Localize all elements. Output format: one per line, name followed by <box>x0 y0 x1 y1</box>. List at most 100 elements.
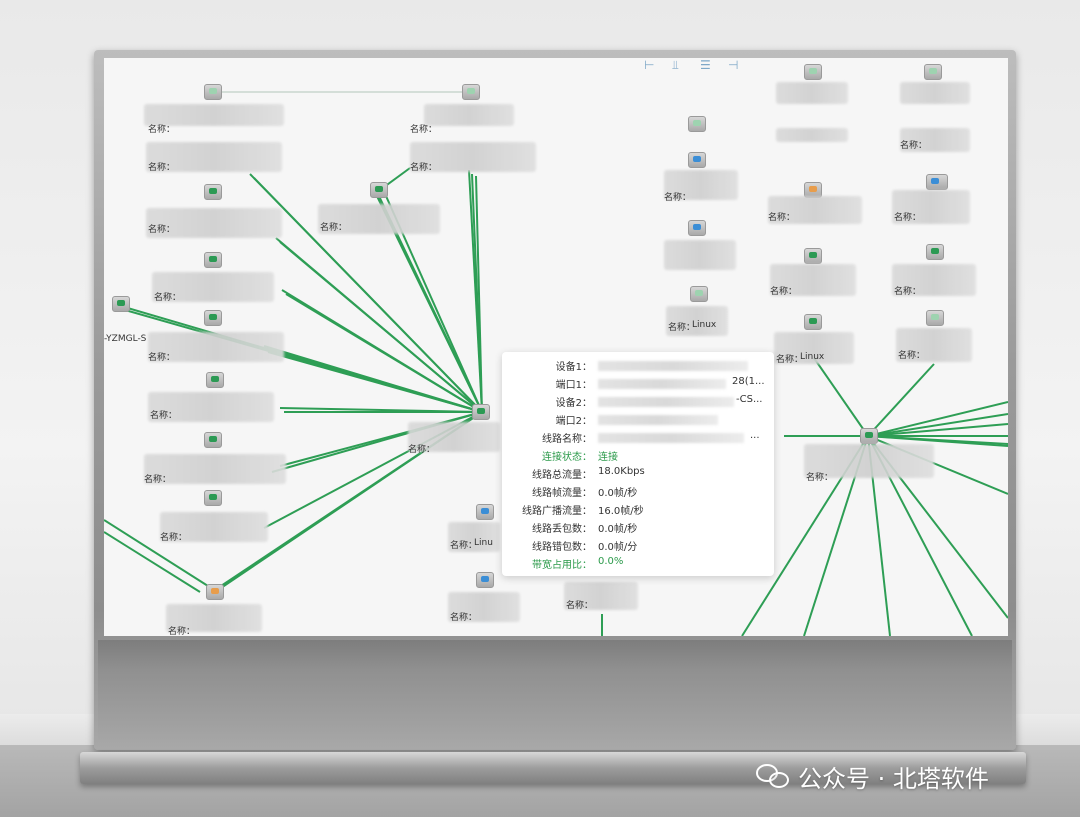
popup-row-device1: 设备1： <box>502 358 774 376</box>
node-label-blurred <box>900 82 970 104</box>
popup-value: 28(1... <box>732 376 765 387</box>
node-name-label: 名称： <box>770 287 798 297</box>
switch-icon <box>206 372 224 388</box>
switch-icon <box>204 310 222 326</box>
redacted-value <box>598 361 748 371</box>
node-name-label: 名称： <box>776 355 804 365</box>
switch-icon <box>204 184 222 200</box>
popup-key: 线路广播流量： <box>522 506 592 517</box>
align-horizontal-icon[interactable]: ☰ <box>700 58 711 72</box>
switch-icon <box>204 490 222 506</box>
popup-row-bandwidth: 带宽占用比： 0.0% <box>502 556 774 574</box>
node-os-label: Linux <box>692 320 717 330</box>
popup-key: 设备2： <box>555 398 592 409</box>
popup-row-dropped-packets: 线路丢包数： 0.0帧/秒 <box>502 520 774 538</box>
node-label-blurred <box>664 240 736 270</box>
popup-value: ... <box>750 430 760 441</box>
node-name-label: 名称： <box>148 125 176 135</box>
node-name-label: 名称： <box>894 287 922 297</box>
wechat-icon <box>756 762 790 790</box>
node-name-label: 名称： <box>450 541 478 551</box>
switch-icon <box>112 296 130 312</box>
popup-value: 18.0Kbps <box>598 466 645 477</box>
switch-icon <box>860 428 878 444</box>
node-name-label: 名称： <box>566 601 594 611</box>
switch-icon <box>804 64 822 80</box>
node-name-label: 名称： <box>668 323 696 333</box>
node-label-blurred <box>776 82 848 104</box>
popup-key: 线路名称： <box>542 434 592 445</box>
popup-value: 0.0帧/秒 <box>598 524 638 535</box>
node-name-label: 名称： <box>450 613 478 623</box>
popup-row-device2: 设备2： -CS... <box>502 394 774 412</box>
bandwidth-usage-value: 0.0% <box>598 556 624 567</box>
node-name-label: 名称： <box>168 627 196 636</box>
align-center-icon[interactable]: ⫫ <box>672 58 679 73</box>
node-os-label: Linux <box>800 352 825 362</box>
node-name-label: 名称： <box>320 223 348 233</box>
popup-row-frame-traffic: 线路帧流量： 0.0帧/秒 <box>502 484 774 502</box>
node-name-label: 名称： <box>806 473 834 483</box>
popup-row-port2: 端口2： <box>502 412 774 430</box>
redacted-value <box>598 397 734 407</box>
redacted-value <box>598 379 726 389</box>
switch-icon <box>206 584 224 600</box>
popup-key: 线路丢包数： <box>532 524 592 535</box>
node-name-label: 名称： <box>898 351 926 361</box>
popup-key: 端口1： <box>555 380 592 391</box>
link-details-popup: 设备1： 端口1： 28(1... 设备2： -CS... 端口2： 线路名称：… <box>502 352 774 576</box>
node-name-label: 名称： <box>894 213 922 223</box>
popup-row-total-traffic: 线路总流量： 18.0Kbps <box>502 466 774 484</box>
align-left-icon[interactable]: ⊢ <box>644 58 654 72</box>
topology-screen[interactable]: ⊢ ⫫ ☰ ⊣ 名称： 名称： 名称： 名称： 名称： 名称： 名称： -YZM… <box>104 58 1008 636</box>
popup-row-port1: 端口1： 28(1... <box>502 376 774 394</box>
align-right-icon[interactable]: ⊣ <box>728 58 738 72</box>
switch-icon <box>204 432 222 448</box>
node-name-label: 名称： <box>408 445 436 455</box>
node-name-label: 名称： <box>664 193 692 203</box>
server-icon <box>690 286 708 302</box>
router-icon <box>476 504 494 520</box>
popup-value: 0.0帧/分 <box>598 542 638 553</box>
switch-icon <box>926 244 944 260</box>
popup-key: 端口2： <box>555 416 592 427</box>
node-name-label: 名称： <box>148 225 176 235</box>
popup-row-broadcast-traffic: 线路广播流量： 16.0帧/秒 <box>502 502 774 520</box>
switch-icon <box>462 84 480 100</box>
topology-link[interactable] <box>867 363 935 437</box>
server-icon <box>926 174 948 190</box>
node-name-label: 名称： <box>150 411 178 421</box>
popup-row-error-packets: 线路错包数： 0.0帧/分 <box>502 538 774 556</box>
watermark-text: 公众号 · 北塔软件 <box>798 764 989 793</box>
node-name-label: 名称： <box>768 213 796 223</box>
switch-icon <box>204 252 222 268</box>
router-icon <box>688 152 706 168</box>
switch-icon <box>204 84 222 100</box>
topology-link[interactable] <box>279 241 483 413</box>
node-name-label: 名称： <box>410 163 438 173</box>
node-label-blurred <box>424 104 514 126</box>
popup-row-link-name: 线路名称： ... <box>502 430 774 448</box>
connection-status-value: 连接 <box>598 452 618 463</box>
topology-link[interactable] <box>813 357 869 437</box>
node-name-label: 名称： <box>410 125 438 135</box>
popup-key: 线路帧流量： <box>532 488 592 499</box>
popup-key: 连接状态： <box>542 452 592 463</box>
switch-icon <box>804 314 822 330</box>
node-name-label: 名称： <box>144 475 172 485</box>
switch-icon <box>924 64 942 80</box>
node-name-label: 名称： <box>148 353 176 363</box>
popup-key: 带宽占用比： <box>532 560 592 571</box>
popup-value: 16.0帧/秒 <box>598 506 644 517</box>
node-os-label: Linu <box>474 538 493 548</box>
router-icon <box>476 572 494 588</box>
node-label-blurred <box>776 128 848 142</box>
partial-node-label: -YZMGL-S <box>104 334 147 344</box>
redacted-value <box>598 415 718 425</box>
router-icon <box>688 116 706 132</box>
popup-value: -CS... <box>736 394 763 405</box>
router-icon <box>688 220 706 236</box>
watermark: 公众号 · 北塔软件 <box>756 756 989 796</box>
node-name-label: 名称： <box>900 141 928 151</box>
switch-icon <box>370 182 388 198</box>
